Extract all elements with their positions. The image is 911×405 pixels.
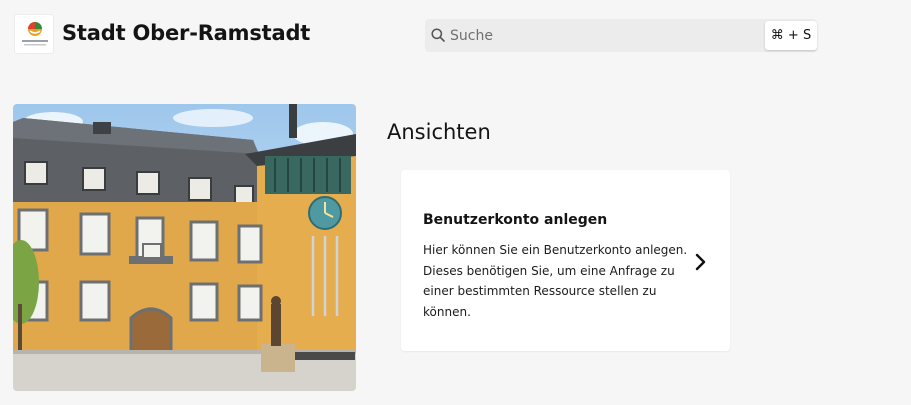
site-title[interactable]: Stadt Ober-Ramstadt — [62, 21, 310, 45]
town-hall-photo — [13, 104, 356, 391]
card-title: Benutzerkonto anlegen — [423, 212, 608, 228]
city-logo-icon — [22, 22, 48, 46]
search-shortcut-hint: ⌘ + S — [765, 21, 817, 50]
chevron-right-icon[interactable] — [694, 252, 708, 272]
search-input[interactable] — [450, 19, 760, 52]
card-description: Hier können Sie ein Benutzerkonto anlege… — [423, 243, 688, 319]
search-bar[interactable]: ⌘ + S — [425, 19, 817, 52]
city-logo[interactable] — [14, 14, 54, 54]
create-account-card[interactable]: Benutzerkonto anlegen Hier können Sie ei… — [401, 170, 730, 351]
section-heading: Ansichten — [387, 120, 491, 144]
search-icon — [431, 28, 445, 42]
